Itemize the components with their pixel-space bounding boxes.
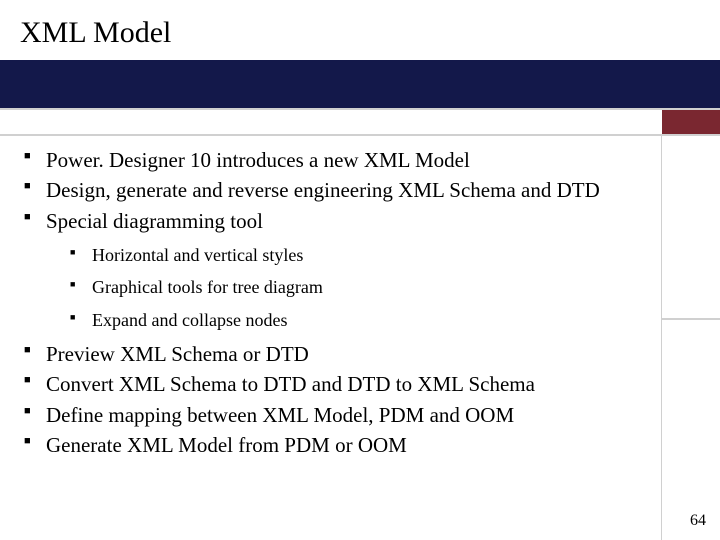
bullet-item: Power. Designer 10 introduces a new XML … <box>22 146 652 174</box>
divider-top <box>0 108 720 110</box>
header-navy-band <box>0 60 720 108</box>
bullet-item: Generate XML Model from PDM or OOM <box>22 431 652 459</box>
bullet-item: Preview XML Schema or DTD <box>22 340 652 368</box>
bullet-list: Power. Designer 10 introduces a new XML … <box>22 146 652 459</box>
slide-title: XML Model <box>20 16 171 50</box>
right-vertical-divider <box>661 136 662 540</box>
bullet-item: Convert XML Schema to DTD and DTD to XML… <box>22 370 652 398</box>
sub-bullet-item: Horizontal and vertical styles <box>70 243 652 267</box>
bullet-text: Design, generate and reverse engineering… <box>46 178 600 202</box>
bullet-text: Special diagramming tool <box>46 209 263 233</box>
sub-bullet-item: Expand and collapse nodes <box>70 308 652 332</box>
sub-bullet-list: Horizontal and vertical styles Graphical… <box>70 243 652 332</box>
bullet-item: Design, generate and reverse engineering… <box>22 176 652 204</box>
sub-bullet-item: Graphical tools for tree diagram <box>70 275 652 299</box>
sub-bullet-text: Expand and collapse nodes <box>92 310 287 330</box>
sub-bullet-text: Graphical tools for tree diagram <box>92 277 323 297</box>
divider-mid <box>0 134 720 136</box>
bullet-text: Define mapping between XML Model, PDM an… <box>46 403 514 427</box>
bullet-item: Special diagramming tool Horizontal and … <box>22 207 652 332</box>
bullet-text: Convert XML Schema to DTD and DTD to XML… <box>46 372 535 396</box>
sub-bullet-text: Horizontal and vertical styles <box>92 245 303 265</box>
page-number: 64 <box>690 512 706 530</box>
accent-maroon-block <box>662 110 720 134</box>
bullet-text: Generate XML Model from PDM or OOM <box>46 433 407 457</box>
bullet-text: Preview XML Schema or DTD <box>46 342 309 366</box>
right-mid-divider <box>662 318 720 320</box>
bullet-item: Define mapping between XML Model, PDM an… <box>22 401 652 429</box>
bullet-text: Power. Designer 10 introduces a new XML … <box>46 148 470 172</box>
slide-body: Power. Designer 10 introduces a new XML … <box>22 146 652 461</box>
slide-header: XML Model <box>0 0 720 108</box>
